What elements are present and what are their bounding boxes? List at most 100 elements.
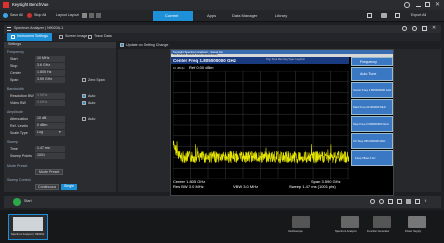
bandwidth-header: Bandwidth [7, 87, 24, 91]
minimize-icon[interactable] [416, 6, 421, 7]
save-all-button[interactable]: Save All [10, 13, 23, 18]
update-checkbox-label: Update on Setting Change [126, 43, 169, 47]
expand-icon[interactable] [422, 26, 427, 31]
export-button[interactable]: ⇪ [424, 199, 427, 204]
grid-icon[interactable] [367, 13, 372, 18]
spectrum-plot [173, 71, 349, 179]
softkey-label: Auto Tune [360, 72, 377, 76]
start-icon[interactable] [13, 198, 21, 206]
tab-library[interactable]: Library [275, 14, 287, 18]
start-button[interactable]: Start [24, 199, 32, 204]
dock-app-spectrum-analyzer[interactable]: Spectrum Analyzer [335, 216, 365, 240]
ref-level-field[interactable]: 0 dBm [35, 123, 65, 129]
maximize-icon[interactable] [425, 2, 430, 7]
oscilloscope-icon [292, 216, 310, 228]
dock-app-function-generator[interactable]: Function Generator [367, 216, 397, 240]
view-tabs: Instrument Settings Screen Image Trace D… [4, 33, 441, 41]
center-field[interactable]: 1.805 Hz [35, 70, 65, 76]
frequency-header: Frequency [7, 50, 24, 54]
gear-icon[interactable] [404, 2, 410, 8]
screen-res-bw: Res BW 3.0 MHz [173, 184, 204, 189]
single-button[interactable]: Single [61, 184, 77, 190]
screen-info: Trig: Free Run Avg Type: Log-Pwr [266, 58, 306, 61]
softkey-center-freq[interactable]: Center Freq 1.805000000 GHz [351, 82, 393, 98]
question-icon[interactable] [412, 26, 417, 31]
softkey-start-freq[interactable]: Start Freq 10.000000 MHz [351, 99, 393, 115]
span-field[interactable]: 3.59 GHz [35, 77, 65, 83]
instrument-header: Spectrum Analyzer | N9020A-1 ✕ [4, 25, 441, 33]
res-bw-auto-checkbox[interactable] [82, 94, 86, 98]
gear-icon[interactable] [402, 26, 407, 31]
zero-span-checkbox[interactable] [82, 78, 86, 82]
softkey-label: Stop Freq 3.600000000 GHz [353, 122, 389, 126]
instrument-title: Spectrum Analyzer | N9020A-1 [14, 26, 64, 30]
tab-instrument-settings[interactable]: Instrument Settings [7, 33, 52, 41]
start-value: 10 MHz [37, 56, 50, 60]
copy-icon[interactable] [415, 199, 420, 204]
start-field[interactable]: 10 MHz [35, 56, 65, 62]
toolbar: Save All Stop All Layout Layout Current … [0, 10, 444, 22]
ref-level-label: Ref. Levels [10, 124, 28, 128]
settings-icon[interactable] [379, 199, 384, 204]
continuous-button[interactable]: Continuous [35, 184, 59, 190]
stop-field[interactable]: 3.6 GHz [35, 63, 65, 69]
dock-app-oscilloscope[interactable]: Oscilloscope [286, 216, 316, 240]
settings-title: Settings [8, 42, 21, 46]
menu-icon[interactable] [7, 27, 11, 31]
chart-icon[interactable] [397, 199, 402, 204]
layout-button[interactable]: Layout Layout [56, 13, 79, 18]
dock-app-label: Function Generator [367, 230, 390, 233]
chevron-down-icon: ▾ [59, 130, 61, 134]
top-bar: Keysight BenchVue ✕ [0, 0, 444, 10]
layout-icon-3[interactable] [96, 13, 101, 18]
refresh-icon[interactable] [370, 199, 375, 204]
settings-panel: Settings Frequency Start 10 MHz Stop 3.6… [4, 42, 116, 192]
softkey-frequency[interactable]: Frequency [351, 57, 393, 66]
camera-icon[interactable] [381, 13, 387, 18]
res-bw-field[interactable]: 3 MHz [35, 93, 65, 99]
tab-apps[interactable]: Apps [207, 14, 216, 18]
video-bw-value: 3 MHz [37, 100, 48, 104]
softkey-auto-tune[interactable]: Auto Tune [351, 67, 393, 81]
export-all-button[interactable]: Export All [411, 13, 426, 18]
table-icon[interactable] [388, 199, 393, 204]
softkey-label: Frequency [360, 60, 377, 64]
dock-app-label: Oscilloscope [288, 230, 303, 233]
instrument-thumbnail[interactable]: Spectrum Analyzer | N9020A [8, 214, 48, 240]
attenuation-value: 10 dB [37, 116, 47, 120]
tab-current[interactable]: Current [153, 11, 193, 21]
softkey-freq-offset[interactable]: Freq Offset 0 Hz [351, 150, 393, 166]
stop-value: 3.6 GHz [37, 63, 51, 67]
attenuation-field[interactable]: 10 dB [35, 116, 65, 122]
tab-screen-image[interactable]: Screen Image [65, 34, 87, 39]
close-icon[interactable]: ✕ [432, 26, 436, 31]
span-label: Span [10, 78, 19, 82]
layout-icon-2[interactable] [89, 13, 94, 18]
app-title: Keysight BenchVue [12, 2, 49, 7]
copy-icon[interactable] [395, 13, 400, 18]
sweep-time-field[interactable]: 1.47 ms [35, 146, 65, 152]
screen-center-freq-title: Center Freq 1.805000000 GHz [173, 57, 237, 63]
layout-icon-1[interactable] [82, 13, 87, 18]
wrench-icon [11, 35, 15, 39]
attenuation-auto-checkbox[interactable] [82, 117, 86, 121]
tab-trace-data[interactable]: Trace Data [94, 34, 112, 39]
close-icon[interactable]: ✕ [435, 2, 440, 8]
tab-data-manager[interactable]: Data Manager [232, 14, 257, 18]
save-icon[interactable] [3, 13, 8, 18]
table-icon [88, 35, 92, 39]
camera-icon[interactable] [406, 199, 411, 204]
video-bw-field[interactable]: 3 MHz [35, 100, 65, 106]
video-bw-auto-checkbox[interactable] [82, 101, 86, 105]
softkey-label: Center Freq 1.805000000 GHz [353, 88, 392, 92]
sweep-points-field[interactable]: 1001 [35, 153, 65, 159]
update-checkbox[interactable] [120, 43, 124, 47]
mode-preset-button[interactable]: Mode Preset [35, 169, 63, 175]
stop-all-button[interactable]: Stop All [34, 13, 46, 18]
stop-icon[interactable] [27, 13, 32, 18]
softkey-stop-freq[interactable]: Stop Freq 3.600000000 GHz [351, 116, 393, 132]
dock-app-power-supply[interactable]: Power Supply [402, 216, 432, 240]
sweep-time-label: Time [10, 147, 18, 151]
scale-type-select[interactable]: Log ▾ [35, 130, 65, 136]
softkey-cf-step[interactable]: CF Step 359.000000 MHz [351, 133, 393, 149]
